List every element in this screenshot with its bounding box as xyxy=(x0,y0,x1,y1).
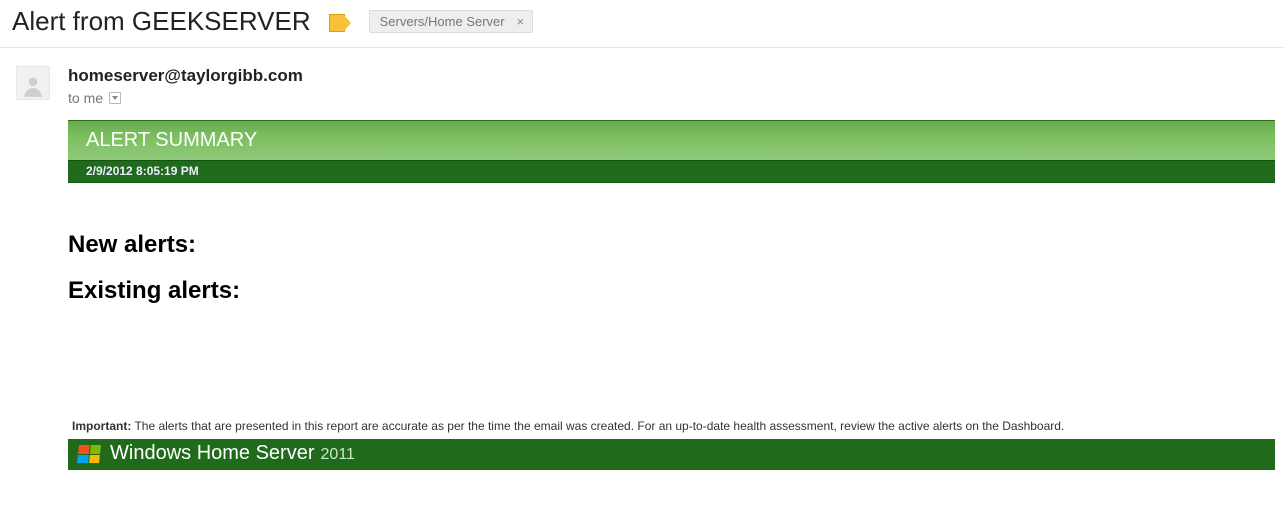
disclaimer-bold: Important: xyxy=(72,419,131,433)
brand-bar: Windows Home Server 2011 xyxy=(68,439,1275,470)
disclaimer-text: Important: The alerts that are presented… xyxy=(68,417,1275,439)
new-alerts-heading: New alerts: xyxy=(68,231,1275,259)
recipient-line: to me xyxy=(68,90,1283,106)
sender-address: homeserver@taylorgibb.com xyxy=(68,66,1283,86)
email-subject: Alert from GEEKSERVER xyxy=(12,6,311,37)
email-header: Alert from GEEKSERVER Servers/Home Serve… xyxy=(0,0,1283,48)
brand-year: 2011 xyxy=(321,446,355,464)
label-icon[interactable] xyxy=(329,14,351,30)
message-block: homeserver@taylorgibb.com to me ALERT SU… xyxy=(0,48,1283,470)
brand-name: Windows Home Server xyxy=(110,442,315,465)
message-right: homeserver@taylorgibb.com to me ALERT SU… xyxy=(68,66,1283,470)
recipient-text: to me xyxy=(68,90,103,106)
label-chip-text: Servers/Home Server xyxy=(380,14,505,29)
person-icon xyxy=(20,73,46,99)
alert-content: New alerts: Existing alerts: xyxy=(68,183,1275,413)
windows-logo-icon xyxy=(77,445,101,463)
brand-text: Windows Home Server 2011 xyxy=(110,442,355,465)
sender-avatar[interactable] xyxy=(16,66,50,100)
alert-timestamp-bar: 2/9/2012 8:05:19 PM xyxy=(68,160,1275,183)
email-view: Alert from GEEKSERVER Servers/Home Serve… xyxy=(0,0,1283,470)
label-remove-icon[interactable]: × xyxy=(515,15,527,28)
label-chip[interactable]: Servers/Home Server × xyxy=(369,10,534,33)
disclaimer-body: The alerts that are presented in this re… xyxy=(131,419,1064,433)
details-dropdown-icon[interactable] xyxy=(109,92,121,104)
alert-summary-bar: ALERT SUMMARY xyxy=(68,120,1275,160)
email-body: ALERT SUMMARY 2/9/2012 8:05:19 PM New al… xyxy=(68,120,1283,470)
existing-alerts-heading: Existing alerts: xyxy=(68,277,1275,305)
email-footer: Important: The alerts that are presented… xyxy=(68,417,1275,470)
